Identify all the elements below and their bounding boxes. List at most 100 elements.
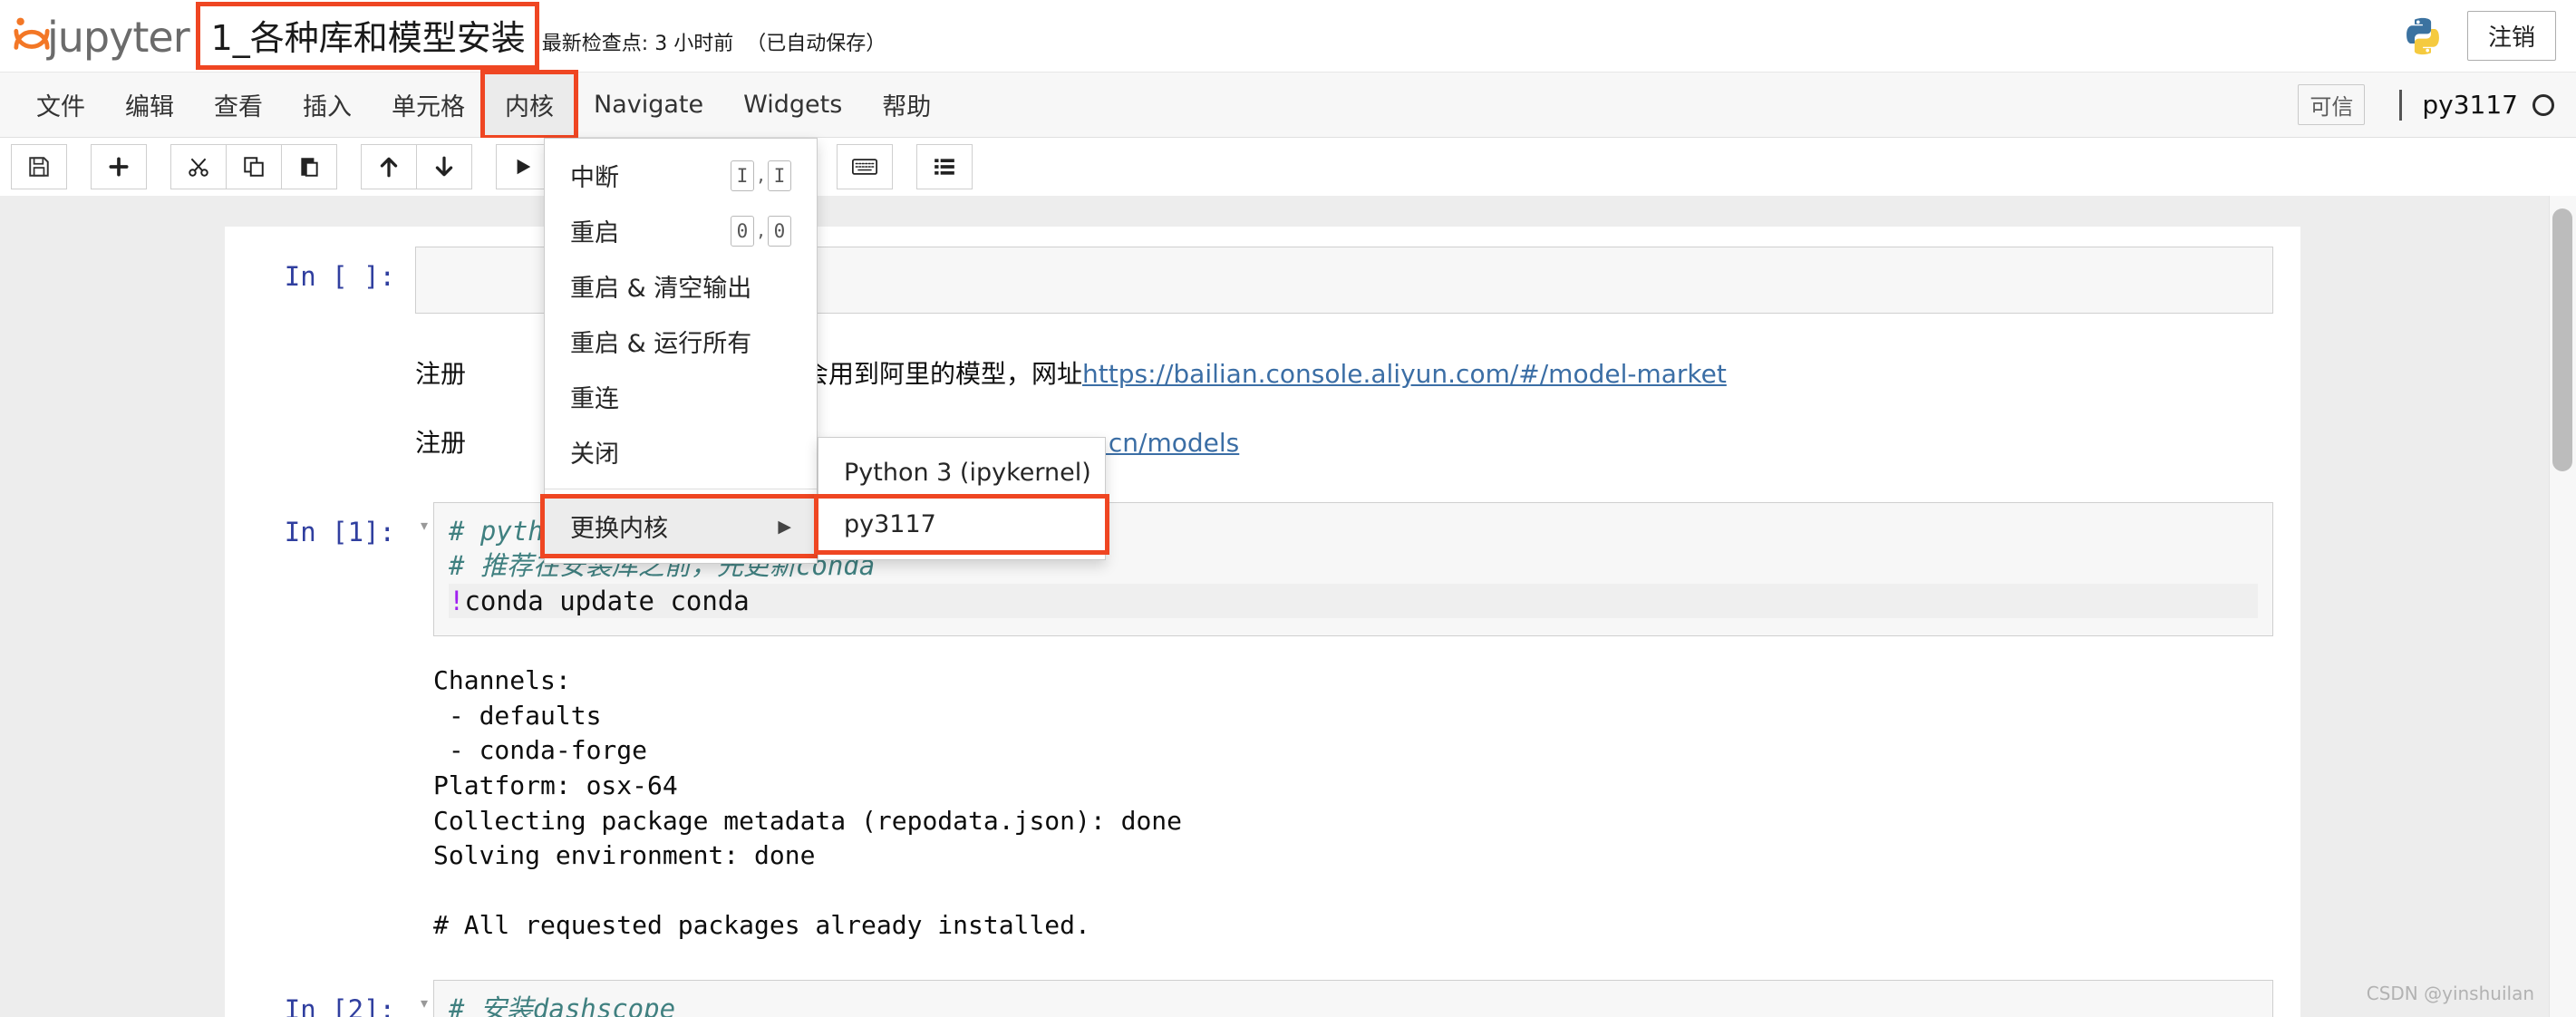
menu-cell[interactable]: 单元格 xyxy=(372,74,485,135)
scrollbar-thumb[interactable] xyxy=(2552,208,2572,471)
output-prompt-spacer xyxy=(225,656,415,953)
app-header: jupyter 1_各种库和模型安装 最新检查点: 3 小时前 （已自动保存） 注… xyxy=(0,0,2576,73)
menu-insert[interactable]: 插入 xyxy=(283,74,372,135)
kernel-separator xyxy=(2399,89,2403,121)
notebook-cell-markdown-2[interactable]: 注册 .cn/models xyxy=(225,419,2300,468)
kbd-comma: , xyxy=(758,219,764,242)
output-collapser-spacer xyxy=(415,656,433,953)
paste-icon xyxy=(301,158,318,177)
kernel-option-py3117[interactable]: py3117 xyxy=(814,494,1109,555)
markdown-link-1[interactable]: https://bailian.console.aliyun.com/#/mod… xyxy=(1082,359,1727,389)
jupyter-logo[interactable]: jupyter xyxy=(13,15,190,58)
kernel-menu-shutdown[interactable]: 关闭 xyxy=(545,424,817,479)
menu-widgets[interactable]: Widgets xyxy=(723,78,862,131)
kernel-indicator-name: py3117 xyxy=(2422,90,2518,120)
cell-input-area-2[interactable]: # 安装dashscope xyxy=(433,980,2273,1017)
vertical-scrollbar[interactable] xyxy=(2549,196,2576,1017)
kernel-status-icon[interactable] xyxy=(2532,93,2554,116)
save-icon xyxy=(29,157,49,177)
autosave-text: （已自动保存） xyxy=(746,33,886,55)
header-right: 注销 xyxy=(2402,11,2556,61)
markdown-link-2[interactable]: .cn/models xyxy=(1100,428,1239,458)
cell-collapser-2[interactable]: ▾ xyxy=(415,980,433,1017)
menu-navigate[interactable]: Navigate xyxy=(574,78,723,131)
chevron-right-icon: ▶ xyxy=(778,516,791,537)
save-button[interactable] xyxy=(11,144,67,189)
menu-edit[interactable]: 编辑 xyxy=(105,74,194,135)
kernel-option-python3[interactable]: Python 3 (ipykernel) xyxy=(818,447,1105,499)
cell-prompt-1: In [1]: xyxy=(284,517,395,547)
toolbar-group-insert xyxy=(91,144,147,189)
checkpoint-status: 最新检查点: 3 小时前 （已自动保存） xyxy=(542,27,886,56)
python-logo-icon xyxy=(2407,17,2439,54)
command-palette-button[interactable] xyxy=(837,144,894,189)
kernel-menu-interrupt[interactable]: 中断 I , I xyxy=(545,148,817,203)
kbd-key: I xyxy=(731,160,754,191)
add-cell-button[interactable] xyxy=(91,144,147,189)
shortcut-group: 0 , 0 xyxy=(731,215,791,247)
notebook-cell-empty[interactable]: In [ ]: xyxy=(225,247,2300,314)
plus-icon xyxy=(109,157,129,177)
move-cell-up-button[interactable] xyxy=(361,144,417,189)
kbd-key: 0 xyxy=(731,215,754,247)
copy-cell-button[interactable] xyxy=(226,144,282,189)
kernel-menu-change-kernel-label: 更换内核 xyxy=(570,515,668,543)
paste-cell-button[interactable] xyxy=(281,144,337,189)
cell-prompt-2: In [2]: xyxy=(284,994,395,1017)
kernel-change-submenu: Python 3 (ipykernel) py3117 xyxy=(814,437,1109,560)
kernel-menu-restart-run-all[interactable]: 重启 & 运行所有 xyxy=(545,314,817,369)
cell-collapser-1[interactable]: ▾ xyxy=(415,502,433,636)
kernel-menu-interrupt-label: 中断 xyxy=(570,164,619,192)
move-cell-down-button[interactable] xyxy=(416,144,472,189)
cell-prompt: In [ ]: xyxy=(284,261,395,292)
notebook-cell-code-2[interactable]: In [2]: ▾ # 安装dashscope xyxy=(225,980,2300,1017)
shell-bang-operator: ! xyxy=(449,585,465,616)
code-line: # 安装dashscope xyxy=(449,993,676,1017)
keyboard-icon xyxy=(852,159,878,175)
cut-cell-button[interactable] xyxy=(170,144,227,189)
kernel-menu-restart-label: 重启 xyxy=(570,219,619,247)
markdown-prefix-2: 注册 xyxy=(415,428,467,458)
menubar-right: 可信 py3117 xyxy=(2298,84,2554,125)
play-icon xyxy=(517,159,531,175)
logout-button[interactable]: 注销 xyxy=(2466,11,2556,61)
code-line: !conda update conda xyxy=(449,583,2258,618)
toolbar: 运行 xyxy=(0,138,2576,196)
kbd-comma: , xyxy=(758,164,764,187)
kernel-menu-reconnect[interactable]: 重连 xyxy=(545,369,817,424)
menu-view[interactable]: 查看 xyxy=(194,74,283,135)
kernel-menu-restart[interactable]: 重启 0 , 0 xyxy=(545,203,817,258)
menu-kernel[interactable]: 内核 xyxy=(480,70,578,140)
jupyter-mark-icon xyxy=(14,17,50,50)
toolbar-group-extras xyxy=(837,144,894,189)
markdown-prompt-spacer xyxy=(225,350,415,395)
toolbar-group-save xyxy=(11,144,67,189)
notebook-page: In [ ]: 注册 这次课上会用到阿里的模型，网址https://bailian… xyxy=(225,227,2300,1017)
toolbar-group-toc xyxy=(916,144,973,189)
kbd-key: I xyxy=(768,160,791,191)
toc-button[interactable] xyxy=(916,144,973,189)
scissors-icon xyxy=(189,158,208,177)
markdown-prompt-spacer-2 xyxy=(225,419,415,464)
notebook-title[interactable]: 1_各种库和模型安装 xyxy=(195,2,539,70)
arrow-down-icon xyxy=(435,156,453,177)
arrow-up-icon xyxy=(380,157,398,178)
menu-help[interactable]: 帮助 xyxy=(862,74,951,135)
notebook-cell-code-1[interactable]: In [1]: ▾ # python版本必须>3.10 # 推荐在安装库之前，先… xyxy=(225,502,2300,636)
watermark: CSDN @yinshuilan xyxy=(2366,983,2534,1004)
output-stream-text: Channels: - defaults - conda-forge Platf… xyxy=(433,665,1183,941)
checkpoint-text: 最新检查点: 3 小时前 xyxy=(541,33,734,55)
shell-command-text: conda update conda xyxy=(464,585,750,616)
notebook-cell-markdown-1[interactable]: 注册 这次课上会用到阿里的模型，网址https://bailian.console… xyxy=(225,350,2300,399)
list-icon xyxy=(935,159,954,175)
shortcut-group: I , I xyxy=(731,160,791,191)
menu-bar: 文件 编辑 查看 插入 单元格 内核 Navigate Widgets 帮助 可… xyxy=(0,70,2576,140)
toolbar-group-move xyxy=(361,144,472,189)
markdown-prefix-1: 注册 xyxy=(415,359,467,389)
trust-badge[interactable]: 可信 xyxy=(2298,84,2366,125)
kernel-menu-restart-clear[interactable]: 重启 & 清空输出 xyxy=(545,258,817,314)
menu-file[interactable]: 文件 xyxy=(16,74,105,135)
jupyter-notebook-app: jupyter 1_各种库和模型安装 最新检查点: 3 小时前 （已自动保存） 注… xyxy=(0,0,2576,1017)
notebook-output-1: Channels: - defaults - conda-forge Platf… xyxy=(225,656,2300,953)
kernel-menu-change-kernel[interactable]: 更换内核 ▶ xyxy=(540,494,821,558)
